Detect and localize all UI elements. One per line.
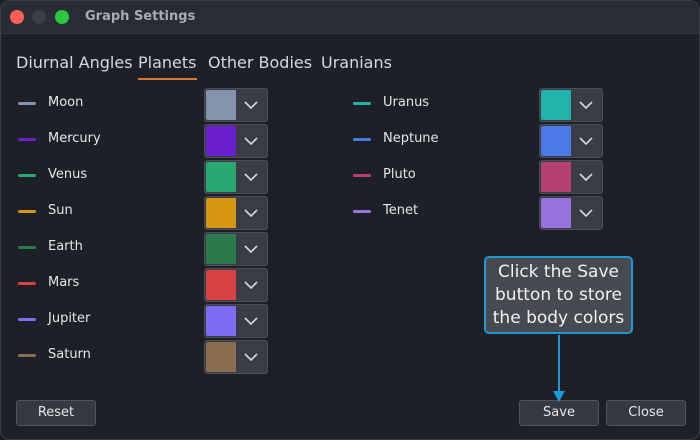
color-picker-dropdown[interactable] (539, 196, 603, 230)
body-line-swatch (353, 210, 371, 213)
body-row-jupiter: Jupiter (18, 304, 278, 340)
body-line-swatch (18, 354, 36, 357)
body-row-venus: Venus (18, 160, 278, 196)
body-label: Moon (48, 95, 84, 110)
callout-line-1: Click the Save (498, 262, 619, 282)
color-swatch (206, 126, 236, 156)
body-line-swatch (353, 174, 371, 177)
body-label: Pluto (383, 167, 416, 182)
body-line-swatch (353, 138, 371, 141)
body-line-swatch (18, 174, 36, 177)
body-label: Mercury (48, 131, 101, 146)
close-window-icon[interactable] (10, 10, 24, 24)
color-picker-dropdown[interactable] (204, 304, 268, 338)
color-swatch (206, 270, 236, 300)
body-line-swatch (18, 210, 36, 213)
color-swatch (541, 162, 571, 192)
tab-uranians[interactable]: Uranians (321, 53, 392, 72)
color-picker-dropdown[interactable] (204, 340, 268, 374)
close-button[interactable]: Close (606, 400, 686, 426)
color-picker-dropdown[interactable] (539, 160, 603, 194)
color-swatch (206, 342, 236, 372)
body-line-swatch (353, 102, 371, 105)
callout-arrow-icon (553, 335, 565, 402)
color-swatch (206, 162, 236, 192)
body-row-moon: Moon (18, 88, 278, 124)
body-label: Neptune (383, 131, 439, 146)
chevron-down-icon (244, 317, 258, 326)
tab-other-bodies[interactable]: Other Bodies (208, 53, 312, 72)
color-picker-dropdown[interactable] (204, 232, 268, 266)
color-swatch (206, 90, 236, 120)
chevron-down-icon (244, 137, 258, 146)
color-swatch (541, 126, 571, 156)
chevron-down-icon (244, 353, 258, 362)
callout-line-2: button to store (495, 285, 622, 305)
chevron-down-icon (579, 137, 593, 146)
save-hint-callout: Click the Save button to store the body … (484, 256, 633, 334)
body-row-pluto: Pluto (353, 160, 613, 196)
body-label: Earth (48, 239, 83, 254)
body-label: Tenet (383, 203, 419, 218)
body-label: Saturn (48, 347, 91, 362)
chevron-down-icon (244, 173, 258, 182)
body-row-neptune: Neptune (353, 124, 613, 160)
color-swatch (206, 198, 236, 228)
color-picker-dropdown[interactable] (204, 124, 268, 158)
maximize-window-icon[interactable] (55, 10, 69, 24)
body-line-swatch (18, 282, 36, 285)
body-row-saturn: Saturn (18, 340, 278, 376)
body-label: Jupiter (48, 311, 91, 326)
body-line-swatch (18, 102, 36, 105)
chevron-down-icon (579, 209, 593, 218)
minimize-window-icon[interactable] (32, 10, 46, 24)
body-label: Mars (48, 275, 80, 290)
tab-planets[interactable]: Planets (138, 53, 197, 80)
chevron-down-icon (244, 209, 258, 218)
reset-button[interactable]: Reset (16, 400, 96, 426)
color-swatch (206, 234, 236, 264)
body-row-earth: Earth (18, 232, 278, 268)
body-row-mercury: Mercury (18, 124, 278, 160)
body-line-swatch (18, 138, 36, 141)
color-swatch (541, 90, 571, 120)
chevron-down-icon (244, 101, 258, 110)
chevron-down-icon (579, 101, 593, 110)
color-swatch (206, 306, 236, 336)
save-button[interactable]: Save (519, 400, 599, 426)
color-picker-dropdown[interactable] (204, 268, 268, 302)
body-line-swatch (18, 318, 36, 321)
graph-settings-window: Graph Settings Diurnal Angles Planets Ot… (0, 0, 700, 440)
body-label: Sun (48, 203, 73, 218)
body-label: Venus (48, 167, 88, 182)
color-picker-dropdown[interactable] (204, 160, 268, 194)
chevron-down-icon (579, 173, 593, 182)
body-label: Uranus (383, 95, 430, 110)
body-row-uranus: Uranus (353, 88, 613, 124)
color-swatch (541, 198, 571, 228)
body-row-tenet: Tenet (353, 196, 613, 232)
color-picker-dropdown[interactable] (204, 88, 268, 122)
body-line-swatch (18, 246, 36, 249)
body-row-mars: Mars (18, 268, 278, 304)
tab-diurnal-angles[interactable]: Diurnal Angles (16, 53, 133, 72)
title-bar: Graph Settings (1, 1, 699, 34)
callout-line-3: the body colors (492, 308, 625, 328)
chevron-down-icon (244, 281, 258, 290)
chevron-down-icon (244, 245, 258, 254)
color-picker-dropdown[interactable] (539, 88, 603, 122)
window-title: Graph Settings (85, 9, 196, 24)
color-picker-dropdown[interactable] (539, 124, 603, 158)
body-row-sun: Sun (18, 196, 278, 232)
color-picker-dropdown[interactable] (204, 196, 268, 230)
